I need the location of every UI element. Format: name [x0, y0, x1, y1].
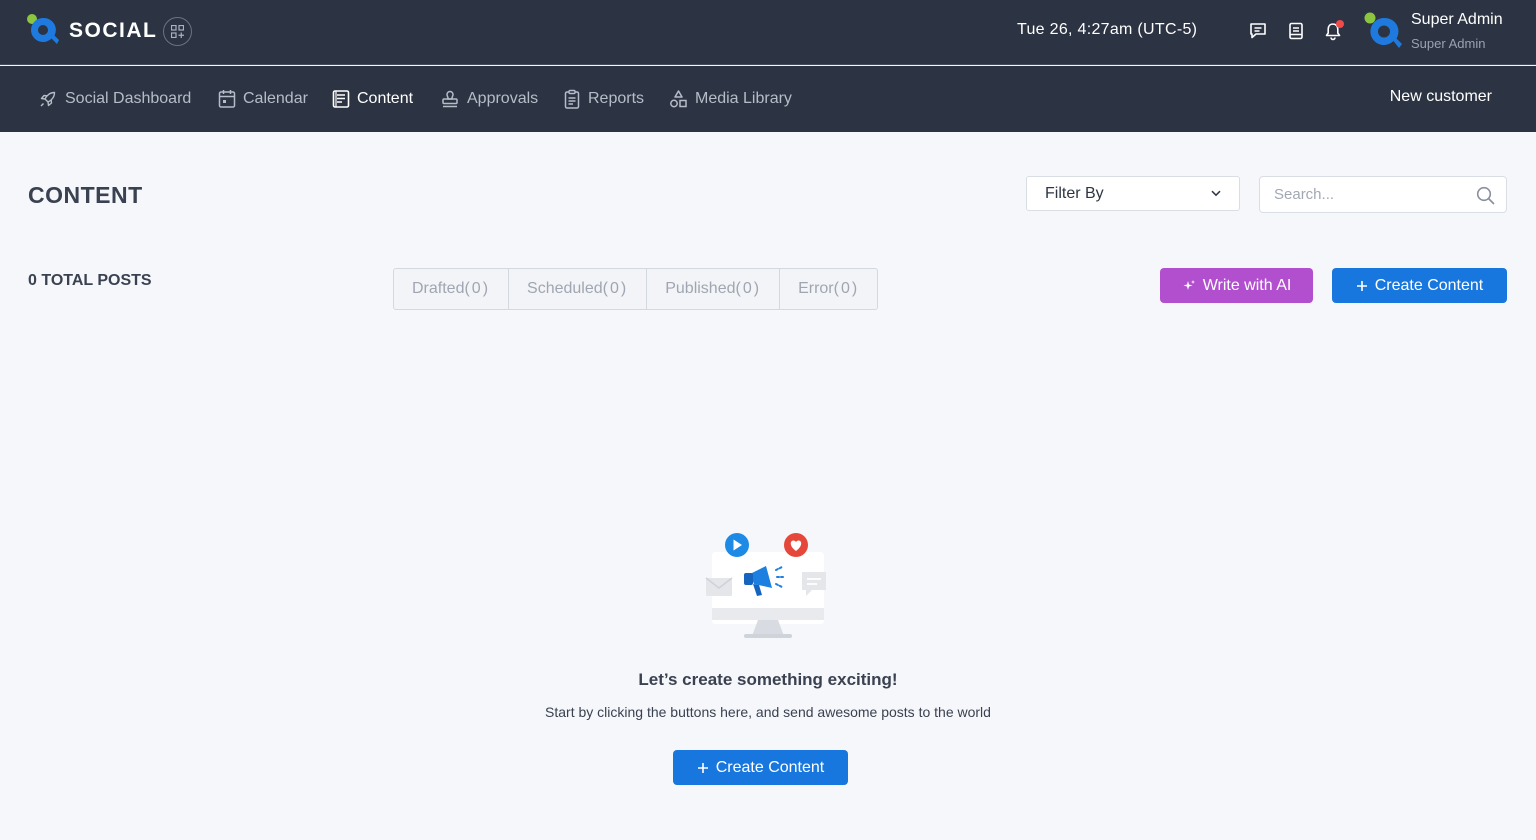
nav-label: Social Dashboard: [65, 90, 192, 107]
tab-error[interactable]: Error (0): [780, 269, 877, 309]
search-input[interactable]: [1260, 177, 1470, 212]
tab-label: Scheduled: [527, 280, 603, 297]
sparkle-icon: [1183, 279, 1195, 290]
clipboard-icon: [564, 89, 580, 109]
search-box: [1259, 176, 1507, 213]
app-switcher-button[interactable]: [163, 17, 192, 46]
grid-icon: [171, 25, 184, 38]
nav-item-media-library[interactable]: Media Library: [669, 88, 792, 110]
nav-item-reports[interactable]: Reports: [563, 88, 644, 110]
tab-published[interactable]: Published (0): [647, 269, 781, 309]
total-posts-count: 0 TOTAL POSTS: [28, 272, 152, 289]
tab-count: (0): [464, 280, 491, 297]
notebook-icon: [1289, 22, 1303, 40]
current-datetime: Tue 26, 4:27am (UTC-5): [1017, 21, 1198, 38]
nav-label: Approvals: [467, 90, 539, 107]
stamp-icon: [442, 90, 458, 108]
create-content-empty-label: Create Content: [715, 758, 825, 776]
tab-scheduled[interactable]: Scheduled (0): [509, 269, 648, 309]
top-bar: SOCIAL Tue 26, 4:27am (UTC-5) Super Admi…: [0, 0, 1536, 65]
nav-item-calendar[interactable]: Calendar: [218, 88, 308, 110]
empty-state-illustration: [705, 533, 826, 638]
filter-by-dropdown[interactable]: Filter By: [1026, 176, 1240, 211]
shapes-icon: [670, 90, 687, 108]
nav-label: Media Library: [695, 90, 792, 107]
tab-count: (0): [735, 280, 762, 297]
notes-button[interactable]: [1285, 20, 1307, 42]
brand-name: SOCIAL: [69, 19, 158, 42]
avatar[interactable]: [1363, 11, 1403, 51]
tab-label: Published: [665, 280, 736, 297]
notifications-button[interactable]: [1322, 20, 1344, 42]
user-role: Super Admin: [1411, 36, 1486, 51]
social-logo[interactable]: [26, 13, 60, 47]
nav-item-content[interactable]: Content: [332, 88, 413, 110]
filter-by-label: Filter By: [1045, 184, 1104, 202]
rocket-icon: [40, 91, 56, 107]
tab-count: (0): [833, 280, 860, 297]
nav-label: Content: [357, 90, 414, 107]
create-content-button[interactable]: Create Content: [1332, 268, 1507, 303]
chevron-down-icon: [1211, 190, 1221, 197]
tab-count: (0): [602, 280, 629, 297]
main-nav: Social Dashboard Calendar Content Approv…: [0, 66, 1536, 132]
calendar-icon: [218, 90, 236, 108]
search-icon[interactable]: [1476, 186, 1495, 205]
tab-label: Error: [798, 280, 834, 297]
write-with-ai-label: Write with AI: [1202, 276, 1292, 294]
plus-icon: [697, 762, 708, 773]
status-tabs: Drafted (0) Scheduled (0) Published (0) Err…: [393, 268, 879, 310]
tab-label: Drafted: [412, 280, 465, 297]
nav-label: Calendar: [243, 90, 308, 107]
page-title: CONTENT: [28, 182, 143, 208]
nav-item-approvals[interactable]: Approvals: [440, 88, 538, 110]
empty-state-subtitle: Start by clicking the buttons here, and …: [545, 704, 991, 720]
create-content-label: Create Content: [1374, 276, 1484, 294]
document-icon: [332, 90, 350, 108]
notification-badge: [1336, 20, 1344, 28]
new-customer-link[interactable]: New customer: [1390, 88, 1492, 106]
nav-item-social-dashboard[interactable]: Social Dashboard: [38, 88, 191, 110]
plus-icon: [1356, 280, 1367, 291]
messages-button[interactable]: [1247, 20, 1269, 42]
chat-icon: [1250, 23, 1266, 39]
nav-label: Reports: [588, 90, 645, 107]
create-content-button-empty[interactable]: Create Content: [673, 750, 848, 785]
empty-state-title: Let’s create something exciting!: [638, 670, 898, 689]
write-with-ai-button[interactable]: Write with AI: [1160, 268, 1313, 303]
user-name[interactable]: Super Admin: [1411, 11, 1503, 29]
tab-drafted[interactable]: Drafted (0): [394, 269, 510, 309]
